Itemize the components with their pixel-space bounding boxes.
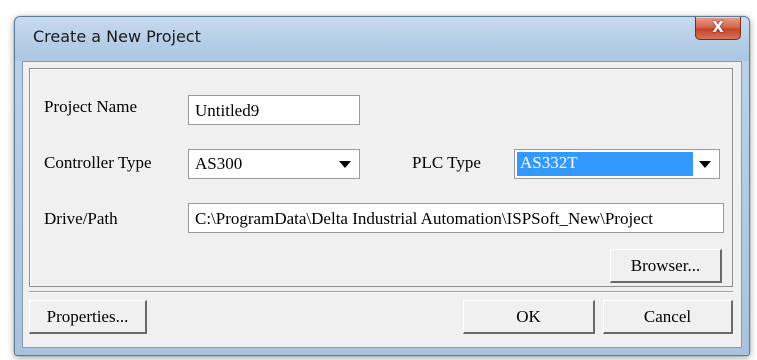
close-button[interactable]: X — [695, 17, 741, 40]
title-bar[interactable]: Create a New Project X — [15, 17, 749, 61]
create-project-dialog: Create a New Project X Project Name Unti… — [14, 16, 750, 356]
dialog-client-area: Project Name Untitled9 Controller Type A… — [22, 61, 742, 348]
plc-type-select[interactable]: AS332T — [514, 149, 720, 179]
browser-button[interactable]: Browser... — [610, 249, 722, 283]
project-name-input[interactable]: Untitled9 — [188, 95, 360, 125]
plc-type-value: AS332T — [517, 152, 693, 176]
project-settings-group: Project Name Untitled9 Controller Type A… — [29, 68, 733, 287]
project-name-label: Project Name — [44, 97, 137, 116]
ok-button[interactable]: OK — [463, 300, 595, 334]
footer-divider — [29, 291, 733, 293]
close-icon: X — [712, 18, 724, 36]
chevron-down-icon[interactable] — [339, 161, 351, 168]
chevron-down-icon[interactable] — [699, 161, 711, 168]
properties-button[interactable]: Properties... — [29, 300, 147, 334]
controller-type-select[interactable]: AS300 — [188, 149, 360, 179]
cancel-button[interactable]: Cancel — [603, 300, 733, 334]
plc-type-label: PLC Type — [412, 153, 481, 172]
drive-path-input[interactable]: C:\ProgramData\Delta Industrial Automati… — [188, 203, 724, 233]
dialog-title: Create a New Project — [33, 27, 201, 46]
drive-path-label: Drive/Path — [44, 209, 118, 228]
controller-type-value: AS300 — [195, 154, 243, 173]
controller-type-label: Controller Type — [44, 153, 152, 172]
